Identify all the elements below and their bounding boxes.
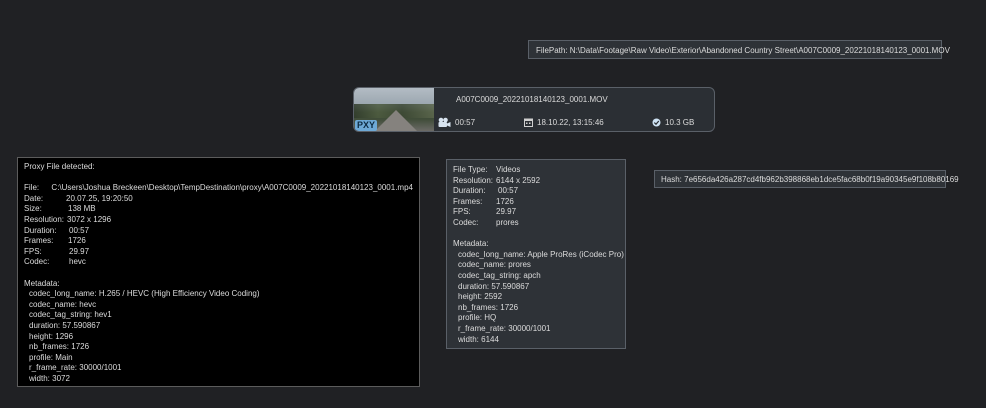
metadata-line: codec_name: prores xyxy=(458,260,531,270)
field-key: Resolution: xyxy=(24,214,65,224)
field-key: Codec: xyxy=(453,217,479,227)
field-value: 29.97 xyxy=(496,207,517,217)
source-metadata-label: Metadata: xyxy=(453,239,489,249)
card-filename: A007C0009_20221018140123_0001.MOV xyxy=(456,95,608,104)
field-key: Codec: xyxy=(24,257,50,267)
metadata-line: width: 6144 xyxy=(458,334,499,344)
source-field-row: Frames: 1726 xyxy=(453,197,619,208)
video-thumbnail: PXY xyxy=(354,88,434,131)
metadata-line: nb_frames: 1726 xyxy=(458,302,519,312)
field-key: File: xyxy=(24,183,40,193)
field-value: 00:57 xyxy=(498,186,519,196)
source-info-tooltip: File Type: Videos Resolution: 6144 x 2592 … xyxy=(446,159,626,349)
calendar-icon xyxy=(524,118,533,127)
proxy-heading: Proxy File detected: xyxy=(24,162,95,171)
metadata-line: duration: 57.590867 xyxy=(29,320,101,330)
proxy-field-row: Duration: 00:57 xyxy=(24,226,413,237)
field-key: Date: xyxy=(24,193,44,203)
metadata-line: codec_tag_string: apch xyxy=(458,270,541,280)
metadata-line: r_frame_rate: 30000/1001 xyxy=(458,323,551,333)
field-value: 29.97 xyxy=(69,246,90,256)
field-key: File Type: xyxy=(453,165,488,174)
proxy-info-tooltip: Proxy File detected: File: C:\Users\Joshu… xyxy=(17,157,420,387)
metadata-line: profile: Main xyxy=(29,352,73,362)
card-duration-value: 00:57 xyxy=(455,118,476,127)
proxy-field-row: Codec: hevc xyxy=(24,257,413,268)
metadata-line: codec_tag_string: hev1 xyxy=(29,310,112,320)
card-date-value: 18.10.22, 13:15:46 xyxy=(537,118,604,127)
field-key: Frames: xyxy=(24,236,54,246)
source-field-row: Duration: 00:57 xyxy=(453,186,619,197)
source-field-row: FPS: 29.97 xyxy=(453,207,619,218)
source-field-row: Resolution: 6144 x 2592 xyxy=(453,176,619,187)
metadata-line: height: 2592 xyxy=(458,292,503,302)
field-key: Resolution: xyxy=(453,175,494,185)
metadata-line: nb_frames: 1726 xyxy=(29,342,90,352)
proxy-badge: PXY xyxy=(355,120,378,131)
field-value: 6144 x 2592 xyxy=(496,175,541,185)
metadata-line: codec_long_name: H.265 / HEVC (High Effi… xyxy=(29,289,260,299)
card-size-value: 10.3 GB xyxy=(665,118,695,127)
field-key: Frames: xyxy=(453,196,483,206)
video-camera-icon xyxy=(438,117,451,127)
field-key: Duration: xyxy=(24,225,57,235)
card-size: 10.3 GB xyxy=(652,117,694,128)
filepath-tooltip: FilePath: N:\Data\Footage\Raw Video\Exte… xyxy=(528,40,950,59)
field-value: 1726 xyxy=(496,196,514,206)
field-key: Size: xyxy=(24,204,42,214)
field-key: FPS: xyxy=(453,207,471,217)
field-key: FPS: xyxy=(24,246,42,256)
field-value: Videos xyxy=(496,165,521,174)
metadata-line: codec_name: hevc xyxy=(29,299,97,309)
card-date: 18.10.22, 13:15:46 xyxy=(524,117,604,128)
metadata-line: height: 1296 xyxy=(29,331,74,341)
proxy-field-row: Frames: 1726 xyxy=(24,236,413,247)
proxy-metadata-label: Metadata: xyxy=(24,278,60,288)
field-value: hevc xyxy=(69,257,86,267)
metadata-line: profile: HQ xyxy=(458,313,497,323)
field-key: Duration: xyxy=(453,186,486,196)
metadata-line: r_frame_rate: 30000/1001 xyxy=(29,363,122,373)
metadata-line: duration: 57.590867 xyxy=(458,281,530,291)
field-value: C:\Users\Joshua Breckeen\Desktop\TempDes… xyxy=(51,183,413,193)
field-value: 3072 x 1296 xyxy=(67,214,112,224)
hash-tooltip: Hash: 7e656da426a287cd4fb962b398868eb1dc… xyxy=(654,170,959,188)
field-value: prores xyxy=(496,217,519,227)
source-field-row: Codec: prores xyxy=(453,218,619,229)
check-circle-icon xyxy=(652,118,661,127)
source-field-row: File Type: Videos xyxy=(453,165,619,176)
field-value: 20.07.25, 19:20:50 xyxy=(66,193,133,203)
proxy-field-row: Date: 20.07.25, 19:20:50 xyxy=(24,194,413,205)
field-value: 00:57 xyxy=(69,225,90,235)
field-value: 138 MB xyxy=(68,204,96,214)
card-duration: 00:57 xyxy=(437,117,475,128)
media-card[interactable]: PXY A007C0009_20221018140123_0001.MOV 00… xyxy=(353,87,715,132)
field-value: 1726 xyxy=(68,236,86,246)
proxy-field-row: FPS: 29.97 xyxy=(24,247,413,258)
proxy-field-row: Resolution: 3072 x 1296 xyxy=(24,215,413,226)
proxy-field-row: Size: 138 MB xyxy=(24,204,413,215)
metadata-line: width: 3072 xyxy=(29,373,70,383)
metadata-line: codec_long_name: Apple ProRes (iCodec Pr… xyxy=(458,249,624,259)
proxy-field-row: File: C:\Users\Joshua Breckeen\Desktop\Te… xyxy=(24,183,413,194)
